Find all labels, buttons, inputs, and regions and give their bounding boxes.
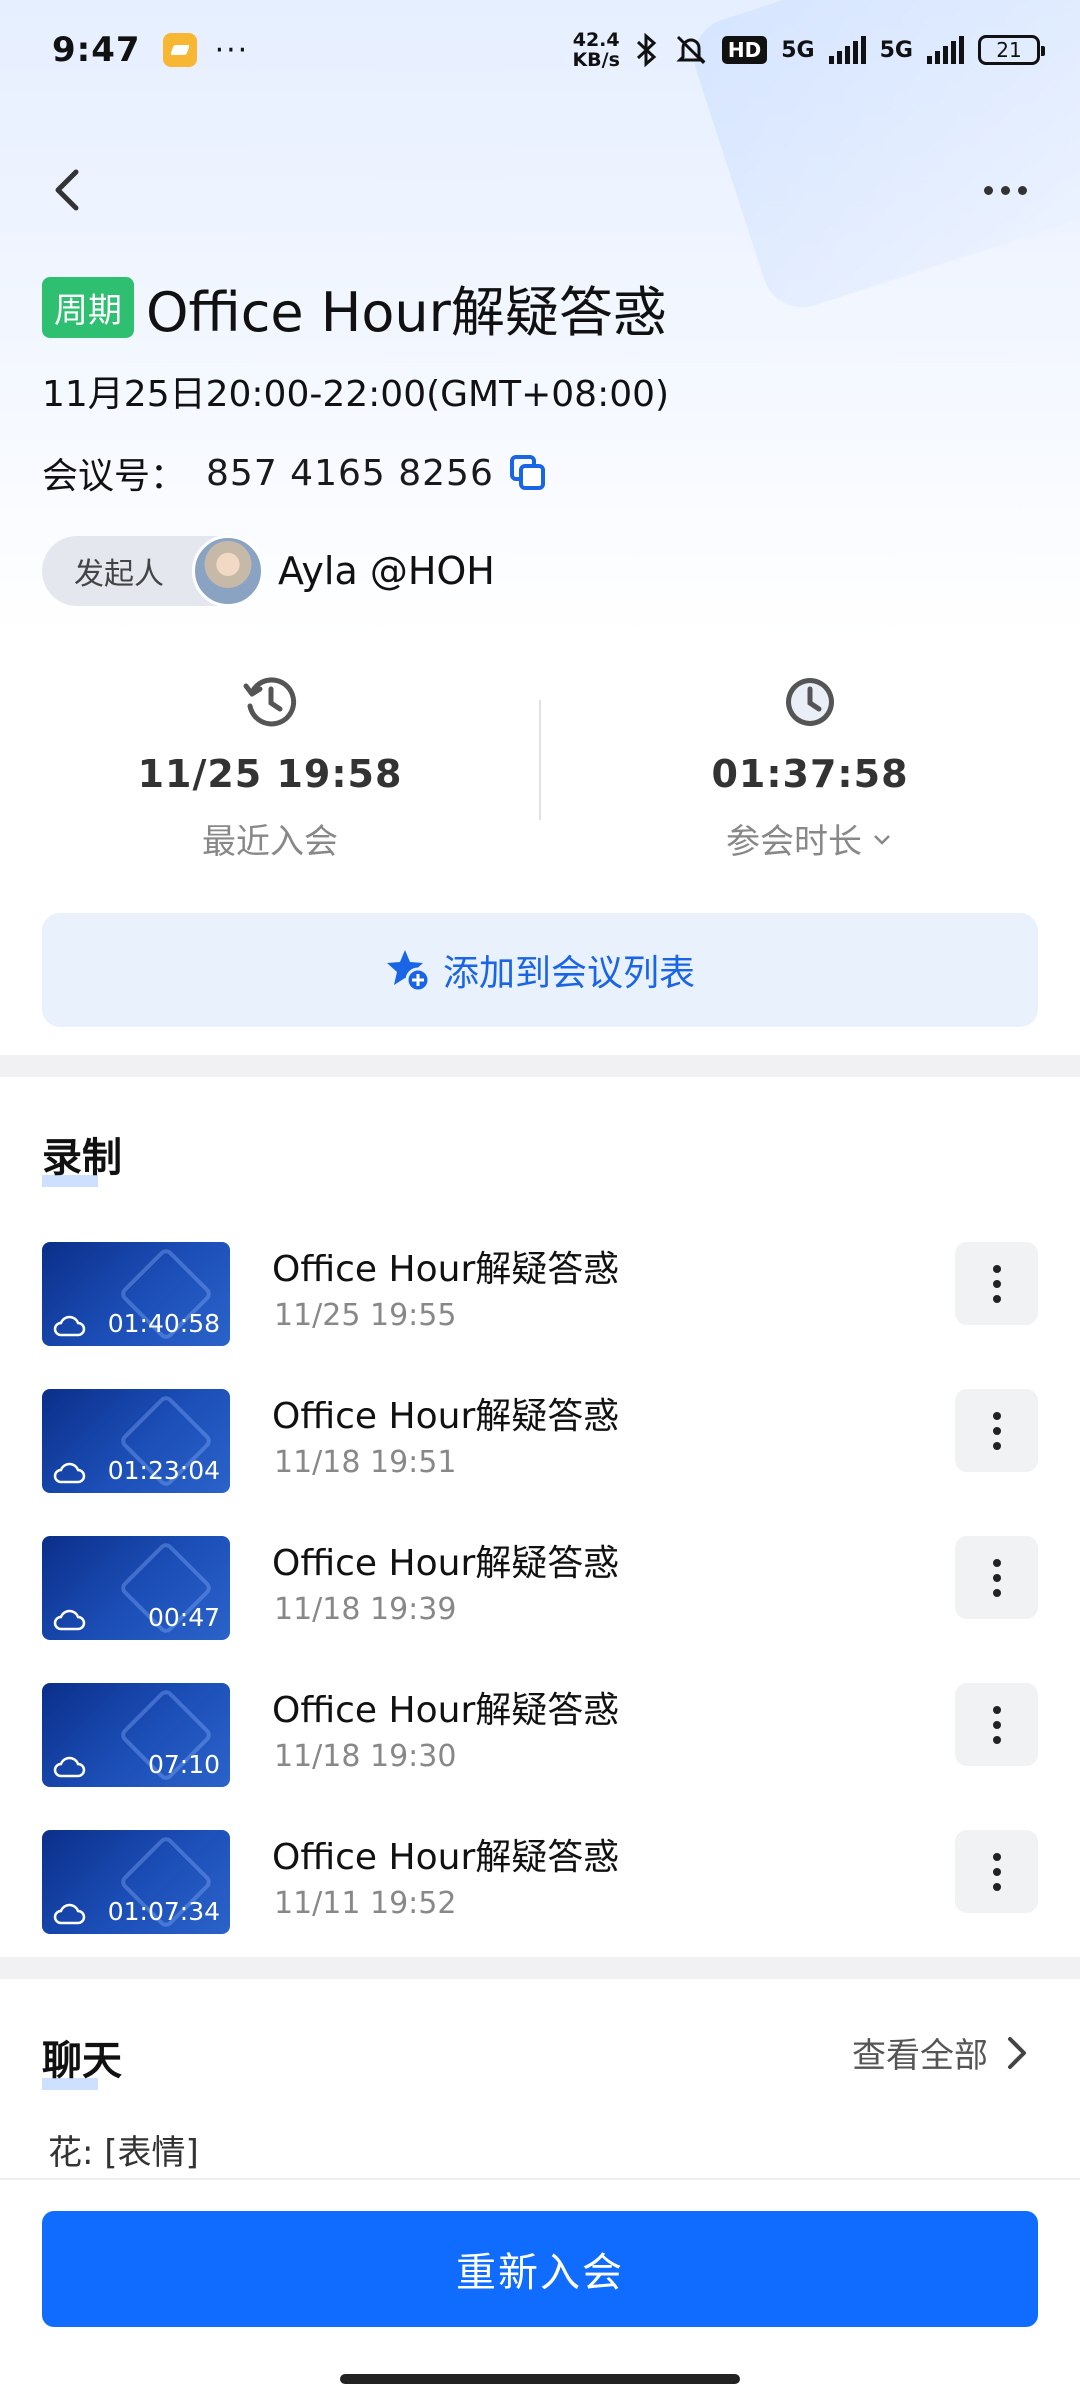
- view-all-chat-link[interactable]: 查看全部: [852, 2028, 1028, 2077]
- history-clock-icon: [243, 677, 297, 727]
- recurring-tag: 周期: [42, 277, 134, 338]
- recording-duration: 01:40:58: [107, 1309, 220, 1338]
- battery-icon: 21: [978, 35, 1045, 65]
- section-separator: [0, 1055, 1080, 1077]
- recording-title: Office Hour解疑答惑: [272, 1837, 620, 1878]
- status-more-dots: ···: [214, 32, 250, 68]
- avatar: [192, 535, 264, 607]
- mute-bell-icon: [676, 35, 706, 65]
- bluetooth-icon: [636, 33, 657, 67]
- cloud-icon: [53, 1462, 86, 1484]
- network-type-2: 5G: [879, 37, 913, 63]
- network-type-1: 5G: [781, 37, 815, 63]
- status-indicators: 42.4 KB/s HD 5G 5G 21: [572, 30, 1045, 70]
- recording-title: Office Hour解疑答惑: [272, 1396, 620, 1437]
- signal-icon: [828, 36, 866, 64]
- recent-join-label-text: 最近入会: [202, 822, 338, 862]
- chat-preview: 花: [表情]: [48, 2133, 199, 2173]
- clock-icon: [786, 678, 834, 726]
- recording-duration: 01:23:04: [107, 1456, 220, 1485]
- recording-duration: 00:47: [147, 1603, 220, 1632]
- status-time: 9:47: [52, 30, 141, 70]
- recording-more-button[interactable]: [955, 1242, 1038, 1325]
- cloud-icon: [53, 1756, 86, 1778]
- cloud-icon: [53, 1903, 86, 1925]
- recording-more-button[interactable]: [955, 1389, 1038, 1472]
- star-add-icon: [386, 950, 431, 993]
- recording-more-button[interactable]: [955, 1536, 1038, 1619]
- view-all-label: 查看全部: [852, 2036, 988, 2076]
- chevron-left-icon: [55, 169, 79, 211]
- top-nav: [0, 150, 1080, 230]
- more-options-button[interactable]: [970, 160, 1040, 220]
- meeting-time-range: 11月25日20:00-22:00(GMT+08:00): [42, 374, 670, 415]
- title-row: 周期 Office Hour解疑答惑: [42, 268, 667, 347]
- duration-value: 01:37:58: [711, 752, 909, 796]
- recording-date: 11/11 19:52: [274, 1886, 457, 1921]
- page-title: Office Hour解疑答惑: [146, 281, 667, 344]
- recent-join-value: 11/25 19:58: [137, 752, 403, 796]
- duration-label-text: 参会时长: [726, 822, 862, 862]
- recording-item[interactable]: 01:23:04 Office Hour解疑答惑 11/18 19:51: [0, 1377, 1080, 1524]
- recordings-title: 录制: [42, 1125, 122, 1187]
- recording-date: 11/18 19:30: [274, 1739, 457, 1774]
- copy-icon[interactable]: [508, 453, 548, 493]
- recording-duration: 07:10: [147, 1750, 220, 1779]
- recording-thumbnail[interactable]: 01:40:58: [42, 1242, 230, 1346]
- speed-unit: KB/s: [572, 49, 620, 71]
- host-name: Ayla @HOH: [278, 549, 495, 593]
- recording-title: Office Hour解疑答惑: [272, 1543, 620, 1584]
- add-to-meeting-list-button[interactable]: 添加到会议列表: [42, 913, 1038, 1027]
- recording-title: Office Hour解疑答惑: [272, 1690, 620, 1731]
- recording-date: 11/25 19:55: [274, 1298, 457, 1333]
- cloud-icon: [53, 1609, 86, 1631]
- duration-stat[interactable]: 01:37:58 参会时长: [540, 660, 1080, 863]
- recording-duration: 01:07:34: [107, 1897, 220, 1926]
- recording-date: 11/18 19:51: [274, 1445, 457, 1480]
- cloud-icon: [53, 1315, 86, 1337]
- recording-item[interactable]: 00:47 Office Hour解疑答惑 11/18 19:39: [0, 1524, 1080, 1671]
- home-indicator[interactable]: [340, 2374, 740, 2384]
- recordings-list: 01:40:58 Office Hour解疑答惑 11/25 19:55 01:…: [0, 1230, 1080, 1965]
- back-button[interactable]: [40, 160, 100, 220]
- status-bar: 9:47 ··· 42.4 KB/s HD 5G 5G 21: [0, 0, 1080, 100]
- recording-item[interactable]: 01:40:58 Office Hour解疑答惑 11/25 19:55: [0, 1230, 1080, 1377]
- recent-join-stat: 11/25 19:58 最近入会: [0, 660, 540, 863]
- duration-label: 参会时长: [540, 814, 1080, 863]
- hd-voice-badge: HD: [721, 36, 768, 64]
- section-separator: [0, 1957, 1080, 1979]
- network-speed: 42.4 KB/s: [572, 30, 619, 70]
- speed-value: 42.4: [572, 29, 620, 51]
- recording-thumbnail[interactable]: 01:07:34: [42, 1830, 230, 1934]
- chevron-right-icon: [1008, 2036, 1026, 2069]
- chat-title: 聊天: [42, 2028, 122, 2090]
- signal-icon-2: [927, 36, 964, 64]
- recording-thumbnail[interactable]: 07:10: [42, 1683, 230, 1787]
- recent-join-label: 最近入会: [0, 814, 540, 863]
- host-row[interactable]: 发起人 Ayla @HOH: [42, 535, 495, 607]
- recording-more-button[interactable]: [955, 1830, 1038, 1913]
- recording-thumbnail[interactable]: 01:23:04: [42, 1389, 230, 1493]
- recording-item[interactable]: 07:10 Office Hour解疑答惑 11/18 19:30: [0, 1671, 1080, 1818]
- meeting-number-row: 会议号： 857 4165 8256: [42, 447, 548, 499]
- meeting-stats: 11/25 19:58 最近入会 01:37:58 参会时长: [0, 660, 1080, 870]
- divider: [0, 2178, 1080, 2180]
- rejoin-button[interactable]: 重新入会: [42, 2211, 1038, 2327]
- recording-title: Office Hour解疑答惑: [272, 1249, 620, 1290]
- recording-thumbnail[interactable]: 00:47: [42, 1536, 230, 1640]
- recording-date: 11/18 19:39: [274, 1592, 457, 1627]
- recording-item[interactable]: 01:07:34 Office Hour解疑答惑 11/11 19:52: [0, 1818, 1080, 1965]
- add-button-label: 添加到会议列表: [442, 953, 695, 994]
- chevron-down-icon: [874, 834, 890, 845]
- notes-app-icon: [162, 33, 197, 67]
- recording-more-button[interactable]: [955, 1683, 1038, 1766]
- meeting-number: 857 4165 8256: [206, 452, 494, 494]
- meeting-number-label: 会议号：: [42, 456, 187, 497]
